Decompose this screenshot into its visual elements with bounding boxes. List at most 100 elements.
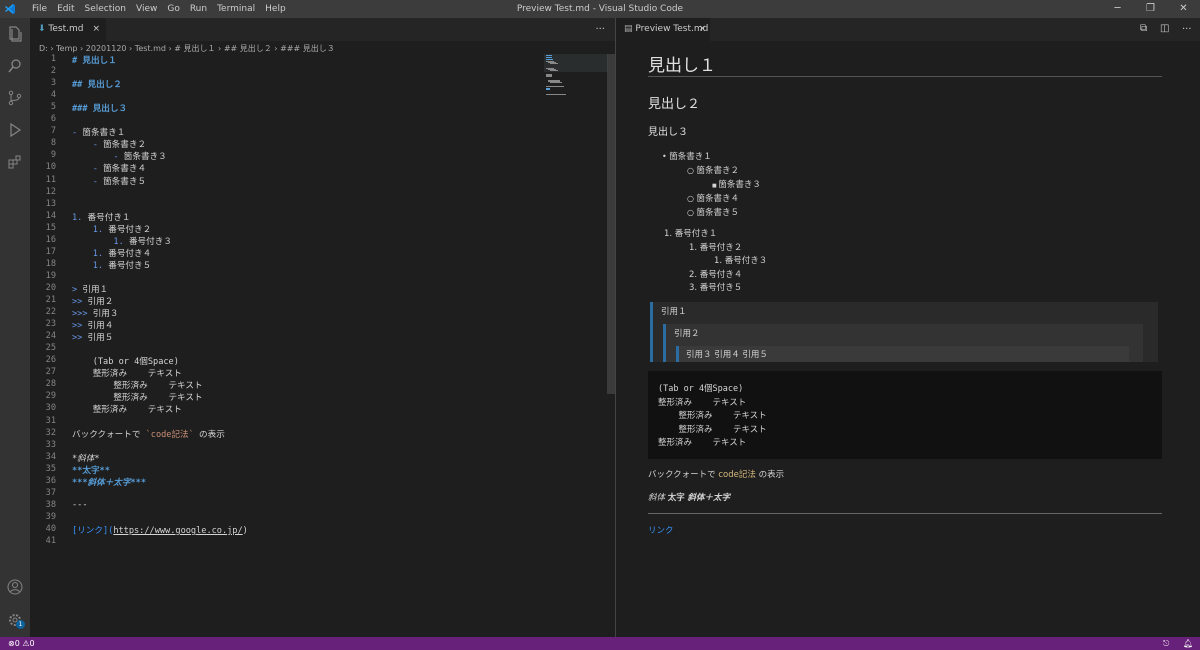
code-line[interactable]: --- xyxy=(72,500,88,510)
line-number: 18 xyxy=(45,258,56,269)
extensions-icon[interactable] xyxy=(5,152,25,172)
code-line[interactable]: >> 引用４ xyxy=(72,319,113,331)
code-line[interactable]: >> 引用５ xyxy=(72,331,113,343)
preview-h3: 見出し３ xyxy=(648,127,688,138)
explorer-icon[interactable] xyxy=(5,24,25,44)
code-line[interactable]: - 箇条書き１ xyxy=(72,126,125,138)
notifications-bell-icon[interactable]: 🔔︎ xyxy=(1183,637,1193,650)
vertical-scrollbar[interactable] xyxy=(607,54,615,394)
line-number: 36 xyxy=(45,475,56,486)
emphasis-paragraph: 斜体 太字 斜体＋太字 xyxy=(648,491,730,503)
code-line[interactable]: - 箇条書き２ xyxy=(72,138,146,150)
code-line[interactable]: 1. 番号付き４ xyxy=(72,247,152,259)
code-line[interactable]: 整形済み テキスト xyxy=(72,391,202,403)
line-number: 1 xyxy=(50,54,56,64)
code-line[interactable]: バッククォートで `code記法` の表示 xyxy=(72,428,225,440)
line-number: 2 xyxy=(50,66,56,77)
close-icon[interactable]: ✕ xyxy=(1167,0,1200,18)
code-line[interactable]: *斜体* xyxy=(72,452,100,464)
tab-close-icon[interactable]: × xyxy=(698,18,706,41)
breadcrumb-item[interactable]: Test.md xyxy=(135,44,166,53)
open-source-icon[interactable]: ⧉ xyxy=(1140,23,1147,34)
line-number: 13 xyxy=(45,198,56,209)
code-line[interactable]: 1. 番号付き２ xyxy=(72,223,152,235)
pre-line: 整形済み テキスト xyxy=(658,438,747,448)
tab-preview-test-md[interactable]: ▤ Preview Test.md × xyxy=(616,18,710,41)
code-line[interactable]: 整形済み テキスト xyxy=(72,379,202,391)
menu-selection[interactable]: Selection xyxy=(80,0,131,18)
minimize-icon[interactable]: ─ xyxy=(1101,0,1134,18)
live-share-icon[interactable]: ⎋ xyxy=(1163,637,1169,650)
code-line[interactable]: > 引用１ xyxy=(72,283,108,295)
code-line[interactable]: ## 見出し２ xyxy=(72,78,122,90)
line-number: 34 xyxy=(45,451,56,462)
line-number: 9 xyxy=(50,150,56,161)
code-line[interactable]: 整形済み テキスト xyxy=(72,367,182,379)
vscode-logo-icon xyxy=(5,4,15,14)
code-line[interactable]: >>> 引用３ xyxy=(72,307,119,319)
minimap[interactable] xyxy=(544,54,608,104)
bullet-item: ○ 箇条書き２ xyxy=(687,166,740,176)
more-actions-icon[interactable]: ··· xyxy=(1182,18,1192,41)
title-bar: File Edit Selection View Go Run Terminal Help P… xyxy=(0,0,1200,18)
bold-italic-text: 斜体＋太字 xyxy=(687,493,730,503)
menu-go[interactable]: Go xyxy=(162,0,184,18)
search-icon[interactable] xyxy=(5,56,25,76)
split-editor-icon[interactable]: ◫ xyxy=(1160,23,1169,34)
menu-view[interactable]: View xyxy=(131,0,162,18)
code-line[interactable]: 整形済み テキスト xyxy=(72,403,182,415)
warning-icon: ⚠ xyxy=(22,639,30,648)
menu-file[interactable]: File xyxy=(27,0,52,18)
code-line[interactable]: 1. 番号付き３ xyxy=(72,235,172,247)
inline-code: code記法 xyxy=(718,470,756,480)
breadcrumb-item[interactable]: Temp xyxy=(56,44,77,53)
code-line[interactable]: >> 引用２ xyxy=(72,295,113,307)
account-icon[interactable] xyxy=(5,577,25,597)
run-debug-icon[interactable] xyxy=(5,120,25,140)
code-line[interactable]: - 箇条書き５ xyxy=(72,175,146,187)
more-actions-icon[interactable]: ··· xyxy=(595,18,605,41)
menu-terminal[interactable]: Terminal xyxy=(212,0,260,18)
pre-line: 整形済み テキスト xyxy=(658,411,767,421)
italic-text: 斜体 xyxy=(648,493,666,503)
line-number: 10 xyxy=(45,162,56,173)
settings-gear-icon[interactable]: 1 xyxy=(5,610,25,630)
source-control-icon[interactable] xyxy=(5,88,25,108)
code-line[interactable]: - 箇条書き４ xyxy=(72,162,146,174)
numbered-item: 1. 番号付き２ xyxy=(689,242,743,253)
code-line[interactable]: 1. 番号付き１ xyxy=(72,211,131,223)
code-line[interactable]: [リンク](https://www.google.co.jp/) xyxy=(72,524,248,536)
bullet-item: ○ 箇条書き５ xyxy=(687,208,740,218)
bullet-item: • 箇条書き１ xyxy=(662,152,712,162)
tab-test-md[interactable]: ⬇ Test.md × xyxy=(30,18,106,41)
quote-3-text: 引用３ 引用４ 引用５ xyxy=(686,350,768,360)
menu-edit[interactable]: Edit xyxy=(52,0,79,18)
menu-run[interactable]: Run xyxy=(185,0,212,18)
breadcrumb-item[interactable]: ## 見出し２ xyxy=(224,44,272,53)
code-line[interactable]: # 見出し１ xyxy=(72,54,117,66)
line-number: 20 xyxy=(45,282,56,293)
restore-icon[interactable]: ❐ xyxy=(1134,0,1167,18)
code-line[interactable]: ### 見出し３ xyxy=(72,102,127,114)
line-number: 30 xyxy=(45,403,56,414)
breadcrumb-item[interactable]: 20201120 xyxy=(86,44,127,53)
tab-close-icon[interactable]: × xyxy=(92,18,100,41)
line-number: 28 xyxy=(45,379,56,390)
preview-link[interactable]: リンク xyxy=(648,524,674,536)
code-line[interactable]: (Tab or 4個Space) xyxy=(72,355,179,367)
menu-help[interactable]: Help xyxy=(260,0,291,18)
breadcrumb-item[interactable]: ### 見出し３ xyxy=(280,44,335,53)
code-line[interactable]: **太字** xyxy=(72,464,110,476)
line-number: 32 xyxy=(45,427,56,438)
preformatted-block: (Tab or 4個Space) 整形済み テキスト 整形済み テキスト 整形済み… xyxy=(648,371,1162,459)
markdown-file-icon: ⬇ xyxy=(38,24,46,34)
code-line[interactable]: 1. 番号付き５ xyxy=(72,259,152,271)
breadcrumb-item[interactable]: # 見出し１ xyxy=(174,44,215,53)
code-line[interactable]: - 箇条書き３ xyxy=(72,150,166,162)
tab-label: Preview Test.md xyxy=(635,24,709,34)
problems-indicator[interactable]: ⊗0 ⚠0 xyxy=(8,637,35,650)
bullet-item: ○ 箇条書き４ xyxy=(687,194,740,204)
code-line[interactable]: ***斜体＋太字*** xyxy=(72,476,146,488)
line-number: 40 xyxy=(45,523,56,534)
breadcrumb-item[interactable]: D: xyxy=(39,44,48,53)
